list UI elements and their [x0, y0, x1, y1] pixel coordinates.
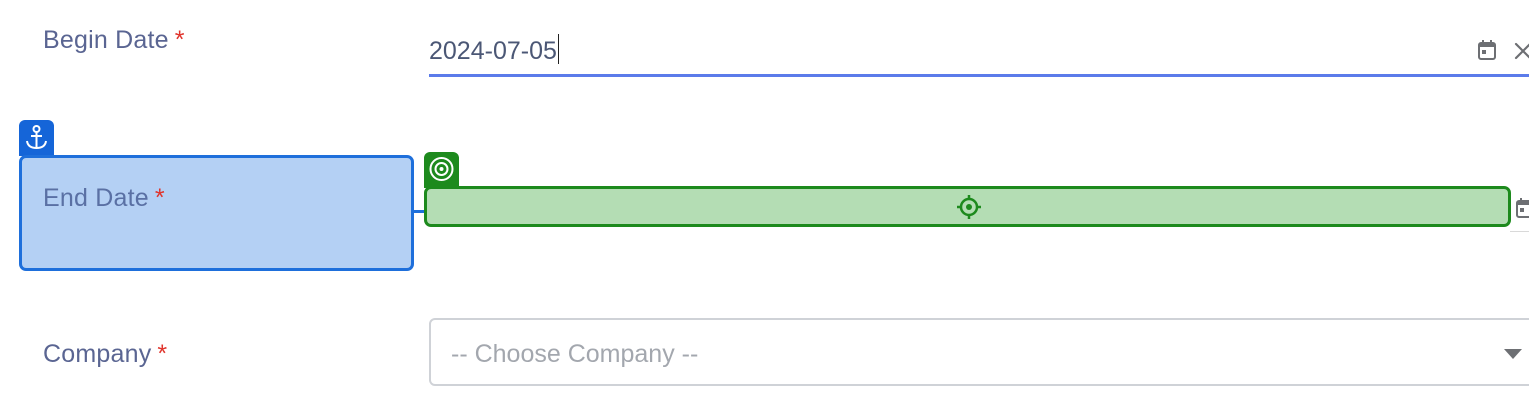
company-select[interactable]: -- Choose Company --: [429, 318, 1529, 386]
required-marker: *: [174, 26, 185, 54]
close-icon[interactable]: [1513, 41, 1529, 61]
end-date-label-text: End Date: [43, 184, 149, 212]
form-page: Begin Date * 2024-07-05 End Date * Compa…: [0, 0, 1529, 407]
crosshair-icon: [957, 195, 981, 219]
calendar-icon[interactable]: [1515, 197, 1529, 219]
end-date-underline: [1510, 231, 1529, 232]
begin-date-label: Begin Date *: [43, 26, 185, 55]
begin-date-label-text: Begin Date: [43, 26, 169, 54]
anchor-icon: [26, 125, 47, 150]
required-marker: *: [157, 340, 168, 368]
begin-date-field[interactable]: 2024-07-05: [429, 26, 1529, 77]
anchor-badge: [19, 120, 54, 156]
required-marker: *: [154, 184, 165, 212]
company-select-placeholder: -- Choose Company --: [451, 340, 699, 368]
end-date-anchor-highlight: [19, 155, 414, 271]
company-label-text: Company: [43, 340, 152, 368]
end-date-label: End Date *: [43, 184, 165, 213]
text-caret: [557, 34, 560, 64]
caret-down-icon[interactable]: [1504, 349, 1522, 359]
company-label: Company *: [43, 340, 167, 369]
end-date-field[interactable]: [424, 186, 1511, 227]
target-badge: [424, 152, 459, 188]
target-icon: [429, 157, 454, 181]
begin-date-value[interactable]: 2024-07-05: [429, 34, 560, 66]
calendar-icon[interactable]: [1477, 39, 1497, 61]
